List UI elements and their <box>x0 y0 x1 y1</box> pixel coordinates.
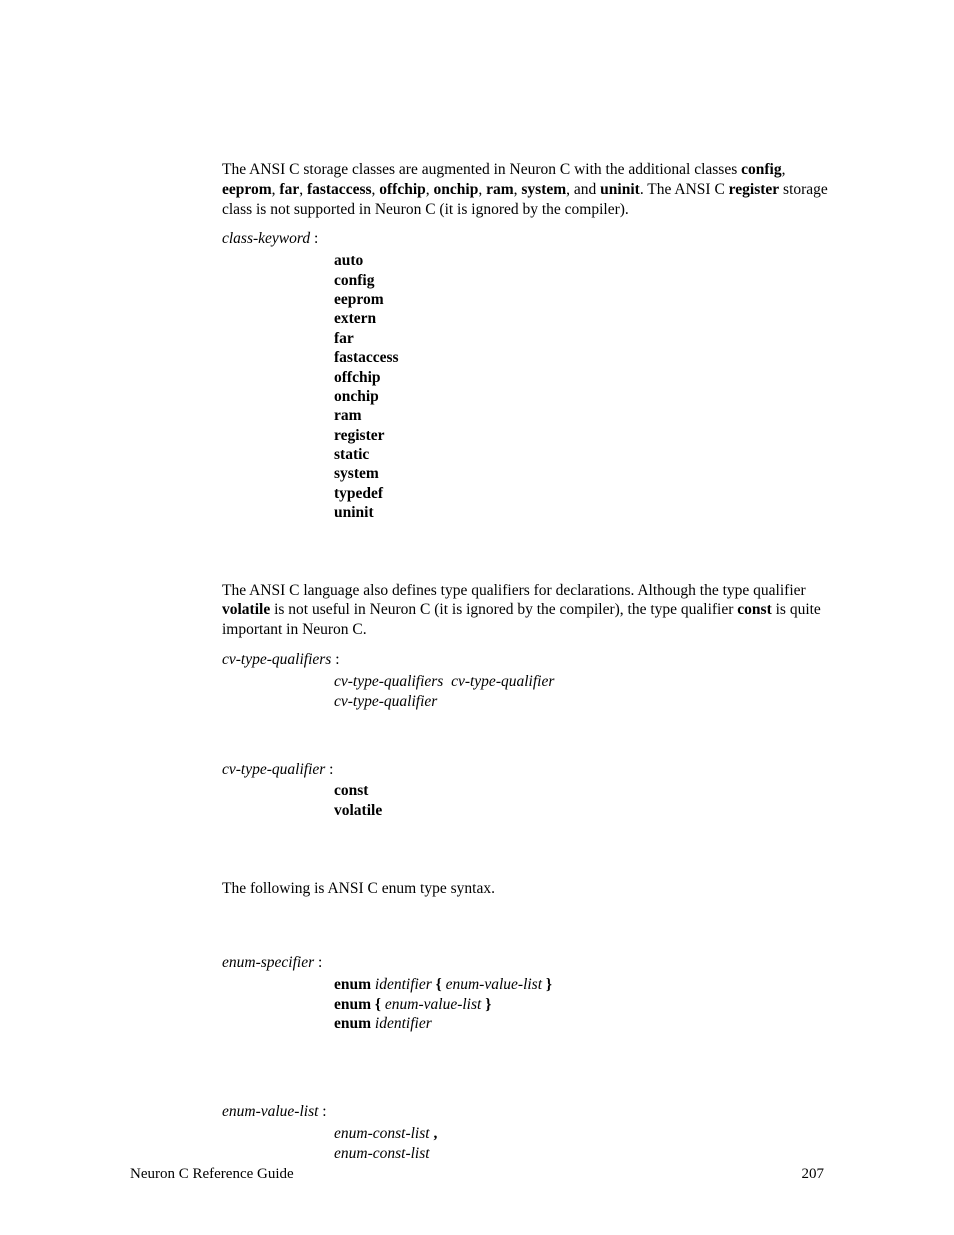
kw-enum: enum <box>334 1015 371 1032</box>
text: The ANSI C language also defines type qu… <box>222 582 806 599</box>
kw-item: typedef <box>334 484 832 503</box>
colon: : <box>318 1103 326 1120</box>
page-number: 207 <box>802 1166 825 1183</box>
kw-item: eeprom <box>334 290 832 309</box>
production-line: enum-const-list <box>334 1144 832 1164</box>
kw-volatile: volatile <box>222 601 270 618</box>
colon: : <box>314 954 322 971</box>
kw-item: far <box>334 329 832 348</box>
lbrace: { <box>432 976 446 993</box>
nt-cv-type-qualifiers: cv-type-qualifiers <box>222 651 331 668</box>
rbrace: } <box>542 976 552 993</box>
kw-onchip: onchip <box>434 181 479 198</box>
kw-item: extern <box>334 309 832 328</box>
colon: : <box>310 230 318 247</box>
footer-title: Neuron C Reference Guide <box>130 1166 294 1183</box>
nt-identifier: identifier <box>375 976 432 993</box>
text: , <box>478 181 486 198</box>
cv-type-qualifier-body: const volatile <box>334 781 832 821</box>
grammar-cv-type-qualifiers-head: cv-type-qualifiers : <box>222 650 832 670</box>
kw-far: far <box>279 181 299 198</box>
kw-item: system <box>334 464 832 483</box>
text: , <box>782 161 786 178</box>
kw-config: config <box>741 161 781 178</box>
kw-uninit: uninit <box>600 181 640 198</box>
text: . The ANSI C <box>640 181 729 198</box>
kw-item: register <box>334 426 832 445</box>
kw-enum: enum <box>334 976 371 993</box>
kw-item: static <box>334 445 832 464</box>
paragraph-storage-classes: The ANSI C storage classes are augmented… <box>222 160 832 219</box>
nt-enum-const-list: enum-const-list <box>334 1125 430 1142</box>
colon: : <box>325 761 333 778</box>
lbrace: { <box>371 996 385 1013</box>
kw-item: auto <box>334 251 832 270</box>
page: The ANSI C storage classes are augmented… <box>0 0 954 1235</box>
kw-item: volatile <box>334 801 832 821</box>
text: is not useful in Neuron C (it is ignored… <box>270 601 737 618</box>
kw-const: const <box>737 601 771 618</box>
nt-cv-type-qualifier: cv-type-qualifier <box>222 761 325 778</box>
content-column: The ANSI C storage classes are augmented… <box>222 160 832 1164</box>
kw-item: uninit <box>334 503 832 522</box>
nt-enum-value-list: enum-value-list <box>222 1103 318 1120</box>
kw-eeprom: eeprom <box>222 181 272 198</box>
enum-value-list-body: enum-const-list , enum-const-list <box>334 1124 832 1164</box>
kw-offchip: offchip <box>379 181 426 198</box>
grammar-class-keyword-head: class-keyword : <box>222 229 832 249</box>
kw-item: config <box>334 271 832 290</box>
comma: , <box>430 1125 438 1142</box>
kw-item: ram <box>334 406 832 425</box>
kw-fastaccess: fastaccess <box>307 181 372 198</box>
nt-identifier: identifier <box>375 1015 432 1032</box>
text: The ANSI C storage classes are augmented… <box>222 161 741 178</box>
paragraph-enum-intro: The following is ANSI C enum type syntax… <box>222 879 832 899</box>
text: , and <box>566 181 600 198</box>
page-footer: Neuron C Reference Guide 207 <box>130 1166 824 1183</box>
kw-item: offchip <box>334 368 832 387</box>
nt-enum-specifier: enum-specifier <box>222 954 314 971</box>
production-line: enum { enum-value-list } <box>334 995 832 1015</box>
class-keyword-list: auto config eeprom extern far fastaccess… <box>334 251 832 522</box>
colon: : <box>331 651 339 668</box>
grammar-cv-type-qualifier-head: cv-type-qualifier : <box>222 760 832 780</box>
production-line: cv-type-qualifier <box>334 692 832 712</box>
kw-system: system <box>521 181 566 198</box>
kw-register: register <box>729 181 780 198</box>
enum-specifier-body: enum identifier { enum-value-list } enum… <box>334 975 832 1034</box>
kw-enum: enum <box>334 996 371 1013</box>
nt-enum-value-list: enum-value-list <box>385 996 481 1013</box>
production-line: enum identifier <box>334 1014 832 1034</box>
grammar-enum-specifier-head: enum-specifier : <box>222 953 832 973</box>
production-line: enum-const-list , <box>334 1124 832 1144</box>
nt-enum-const-list: enum-const-list <box>334 1145 430 1162</box>
text: , <box>426 181 434 198</box>
production-line: cv-type-qualifiers cv-type-qualifier <box>334 672 832 692</box>
nt-class-keyword: class-keyword <box>222 230 310 247</box>
rbrace: } <box>481 996 491 1013</box>
cv-type-qualifiers-body: cv-type-qualifiers cv-type-qualifier cv-… <box>334 672 832 712</box>
kw-item: onchip <box>334 387 832 406</box>
nt-enum-value-list: enum-value-list <box>446 976 542 993</box>
grammar-enum-value-list-head: enum-value-list : <box>222 1102 832 1122</box>
nt: cv-type-qualifiers <box>334 673 443 690</box>
kw-item: const <box>334 781 832 801</box>
kw-ram: ram <box>486 181 514 198</box>
nt: cv-type-qualifier <box>451 673 554 690</box>
kw-item: fastaccess <box>334 348 832 367</box>
production-line: enum identifier { enum-value-list } <box>334 975 832 995</box>
paragraph-type-qualifiers: The ANSI C language also defines type qu… <box>222 581 832 640</box>
text: , <box>299 181 307 198</box>
